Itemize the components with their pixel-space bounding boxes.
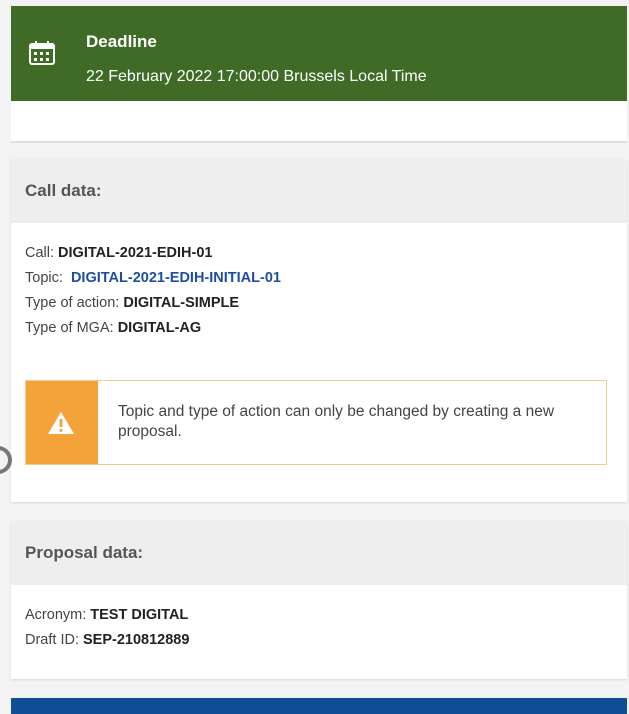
action-row: Type of action: DIGITAL-SIMPLE [25,291,613,316]
call-data-header: Call data: [11,159,627,223]
calendar-icon [29,41,55,65]
warning-accent [26,381,98,464]
bottom-action-bar[interactable] [11,698,627,714]
banner-spacer [11,101,627,143]
draft-id-row: Draft ID: SEP-210812889 [25,628,613,653]
topic-link[interactable]: DIGITAL-2021-EDIH-INITIAL-01 [71,270,281,286]
draft-id-value: SEP-210812889 [83,632,190,648]
mga-label: Type of MGA: [25,320,114,336]
mga-row: Type of MGA: DIGITAL-AG [25,316,613,341]
acronym-value: TEST DIGITAL [90,607,189,623]
deadline-banner: Deadline 22 February 2022 17:00:00 Bruss… [11,6,627,101]
mga-value: DIGITAL-AG [117,320,202,336]
deadline-date: 22 February 2022 17:00:00 Brussels Local… [86,68,427,85]
topic-row: Topic: DIGITAL-2021-EDIH-INITIAL-01 [25,266,613,291]
topic-label: Topic: [25,270,63,286]
call-value: DIGITAL-2021-EDIH-01 [58,245,213,261]
acronym-row: Acronym: TEST DIGITAL [25,603,613,628]
draft-id-label: Draft ID: [25,632,79,648]
acronym-label: Acronym: [25,607,87,623]
proposal-data-header: Proposal data: [11,521,627,585]
warning-icon [48,412,74,434]
proposal-panel: Deadline 22 February 2022 17:00:00 Bruss… [0,0,629,714]
call-data-body: Call: DIGITAL-2021-EDIH-01 Topic: DIGITA… [11,223,627,341]
action-label: Type of action: [25,295,120,311]
call-row: Call: DIGITAL-2021-EDIH-01 [25,241,613,266]
proposal-data-card: Proposal data: Acronym: TEST DIGITAL Dra… [11,521,627,679]
call-data-card: Call data: Call: DIGITAL-2021-EDIH-01 To… [11,159,627,502]
proposal-data-body: Acronym: TEST DIGITAL Draft ID: SEP-2108… [11,585,627,653]
action-value: DIGITAL-SIMPLE [123,295,240,311]
warning-message: Topic and type of action can only be cha… [25,380,607,465]
warning-text: Topic and type of action can only be cha… [118,403,555,440]
deadline-title: Deadline [86,32,157,51]
call-label: Call: [25,245,55,261]
